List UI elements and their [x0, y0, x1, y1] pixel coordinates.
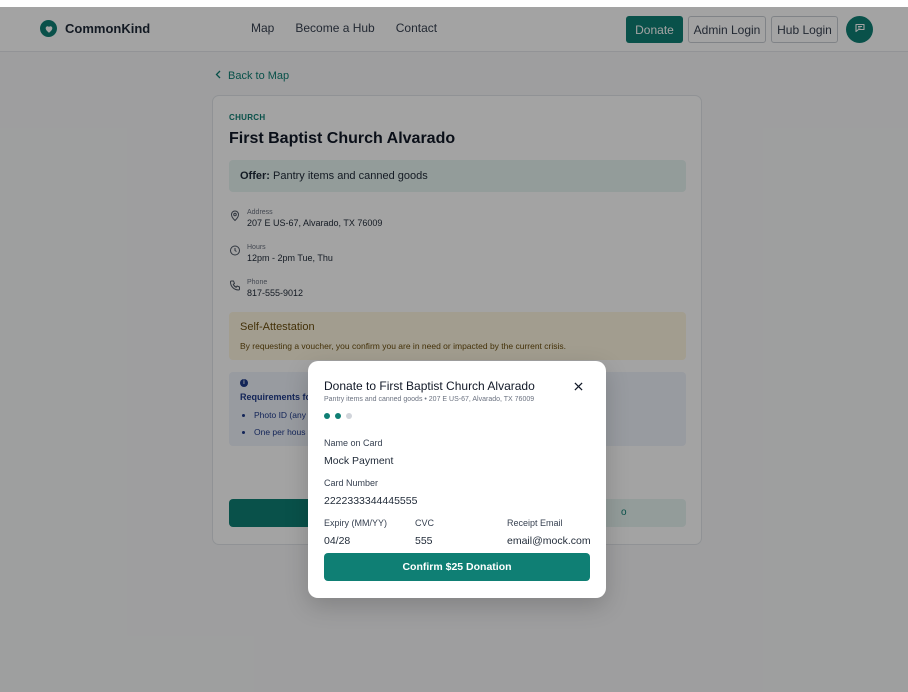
hub-detail-page: CommonKind Map Become a Hub Contact Dona…: [0, 7, 908, 692]
top-strip: [0, 0, 908, 7]
modal-subtitle: Pantry items and canned goods • 207 E US…: [324, 396, 535, 403]
receipt-email-label: Receipt Email: [507, 518, 563, 528]
cvc-label: CVC: [415, 518, 435, 528]
name-on-card-label: Name on Card: [324, 438, 383, 448]
card-number-label: Card Number: [324, 478, 379, 488]
close-icon: [573, 378, 583, 396]
close-button[interactable]: [571, 380, 585, 394]
donation-modal: Donate to First Baptist Church Alvarado …: [308, 361, 606, 598]
cvc-field[interactable]: 555: [415, 535, 433, 547]
step-dot-3: [346, 413, 352, 419]
name-on-card-field[interactable]: Mock Payment: [324, 455, 393, 467]
confirm-donation-button[interactable]: Confirm $25 Donation: [324, 553, 590, 581]
step-dot-2: [335, 413, 341, 419]
expiry-label: Expiry (MM/YY): [324, 518, 387, 528]
expiry-field[interactable]: 04/28: [324, 535, 350, 547]
receipt-email-field[interactable]: email@mock.com: [507, 535, 591, 547]
step-dot-1: [324, 413, 330, 419]
modal-title: Donate to First Baptist Church Alvarado: [324, 379, 535, 393]
card-number-field[interactable]: 2222333344445555: [324, 495, 417, 507]
step-indicator: [324, 413, 352, 419]
